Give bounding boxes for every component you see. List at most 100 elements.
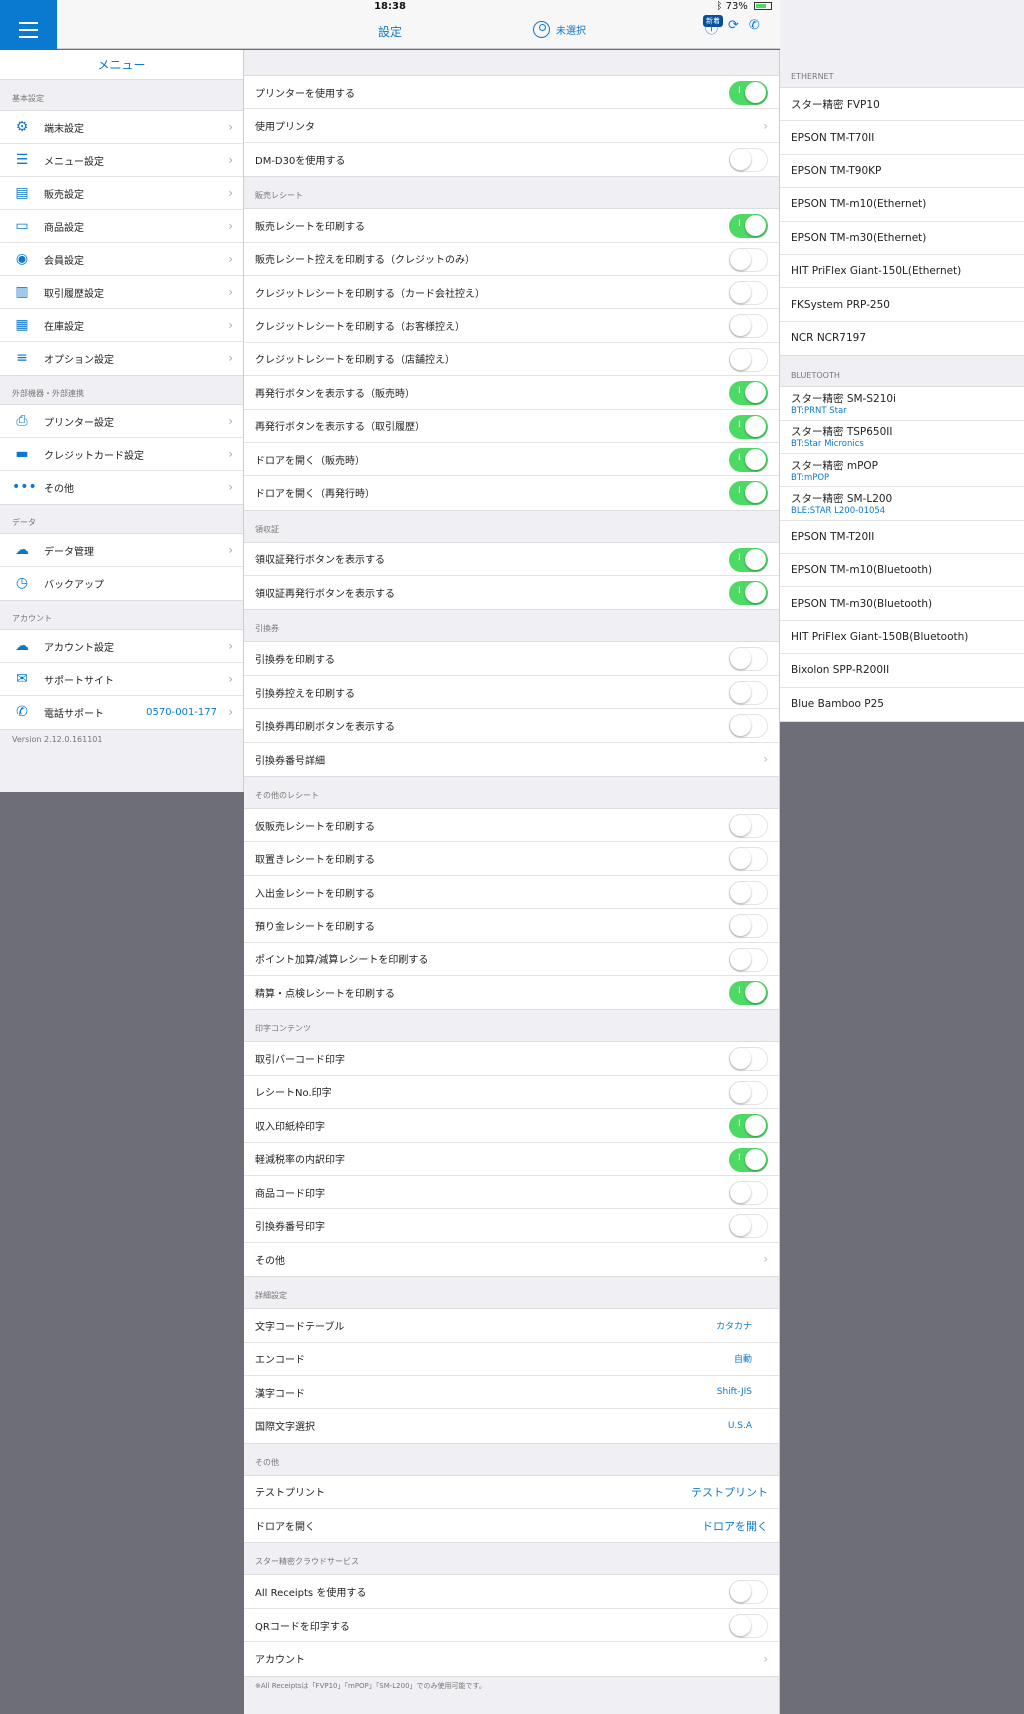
bluetooth-icon: ᛒ bbox=[716, 1, 723, 12]
settings-row-label: 収入印紙枠印字 bbox=[255, 1121, 325, 1133]
settings-row[interactable]: 漢字コード Shift-JIS bbox=[244, 1376, 779, 1410]
menu-item[interactable]: ▬ クレジットカード設定 › bbox=[0, 438, 243, 471]
settings-row: ドロアを開く ドロアを開く bbox=[244, 1509, 779, 1542]
cloud-account-icon: ☁ bbox=[15, 638, 29, 654]
notice-icon[interactable]: ⓘ bbox=[705, 18, 718, 37]
toggle-switch[interactable] bbox=[729, 547, 768, 572]
toggle-switch[interactable] bbox=[729, 381, 768, 406]
printer-item[interactable]: スター精密 mPOP BT:mPOP bbox=[780, 454, 1024, 488]
support-phone-number[interactable]: 0570-001-177 bbox=[146, 707, 217, 718]
printer-name: スター精密 SM-S210i bbox=[791, 392, 896, 405]
menu-item[interactable]: ▦ 在庫設定 › bbox=[0, 309, 243, 342]
toggle-switch[interactable] bbox=[729, 314, 768, 339]
action-link[interactable]: ドロアを開く bbox=[702, 1518, 768, 1534]
menu-section-title: データ bbox=[12, 518, 36, 527]
printer-name: FKSystem PRP-250 bbox=[791, 298, 890, 311]
menu-item[interactable]: ▥ 取引履歴設定 › bbox=[0, 276, 243, 309]
menu-item[interactable]: ☰ メニュー設定 › bbox=[0, 144, 243, 177]
toggle-switch[interactable] bbox=[729, 581, 768, 606]
printer-item[interactable]: スター精密 TSP650II BT:Star Micronics bbox=[780, 421, 1024, 454]
menu-item[interactable]: ▭ 商品設定 › bbox=[0, 210, 243, 243]
toggle-switch[interactable] bbox=[729, 81, 768, 105]
settings-row-label: 預り金レシートを印刷する bbox=[255, 921, 375, 933]
settings-row[interactable]: 国際文字選択 U.S.A bbox=[244, 1409, 779, 1442]
printer-item[interactable]: スター精密 FVP10 bbox=[780, 88, 1024, 122]
settings-row[interactable]: その他 › bbox=[244, 1243, 779, 1276]
printer-name: NCR NCR7197 bbox=[791, 332, 867, 345]
toggle-switch[interactable] bbox=[729, 481, 768, 506]
toggle-switch[interactable] bbox=[729, 1580, 768, 1605]
toggle-switch[interactable] bbox=[729, 1180, 768, 1205]
toggle-switch[interactable] bbox=[729, 414, 768, 439]
menu-item[interactable]: ≡ オプション設定 › bbox=[0, 342, 243, 375]
battery-percent: 73% bbox=[725, 1, 748, 12]
sync-icon[interactable]: ⟳ bbox=[728, 18, 739, 37]
toggle-switch[interactable] bbox=[729, 814, 768, 839]
menu-item[interactable]: ⚙ 端末設定 › bbox=[0, 111, 243, 144]
toggle-switch[interactable] bbox=[729, 1114, 768, 1139]
printer-name: EPSON TM-T70II bbox=[791, 131, 875, 144]
menu-item[interactable]: ☁ アカウント設定 › bbox=[0, 630, 243, 663]
toggle-switch[interactable] bbox=[729, 847, 768, 872]
settings-row: 引換券番号印字 bbox=[244, 1209, 779, 1243]
toggle-switch[interactable] bbox=[729, 1080, 768, 1105]
toggle-switch[interactable] bbox=[729, 447, 768, 472]
printer-item[interactable]: Blue Bamboo P25 bbox=[780, 688, 1024, 721]
toggle-switch[interactable] bbox=[729, 280, 768, 305]
printer-item[interactable]: HIT PriFlex Giant-150L(Ethernet) bbox=[780, 255, 1024, 289]
phone-call-icon[interactable]: ✆ bbox=[749, 18, 760, 37]
toggle-switch[interactable] bbox=[729, 147, 768, 172]
menu-item[interactable]: ◷ バックアップ bbox=[0, 567, 243, 600]
printer-item[interactable]: EPSON TM-T70II bbox=[780, 121, 1024, 155]
settings-row[interactable]: 引換券番号詳細 › bbox=[244, 743, 779, 776]
settings-row-label: クレジットレシートを印刷する（店舗控え） bbox=[255, 355, 455, 367]
printer-item[interactable]: スター精密 SM-L200 BLE:STAR L200-01054 bbox=[780, 487, 1024, 521]
settings-row[interactable]: エンコード 自動 bbox=[244, 1343, 779, 1376]
printer-item[interactable]: EPSON TM-m30(Ethernet) bbox=[780, 222, 1024, 255]
printer-item[interactable]: HIT PriFlex Giant-150B(Bluetooth) bbox=[780, 621, 1024, 655]
printer-item[interactable]: スター精密 SM-S210i BT:PRNT Star bbox=[780, 387, 1024, 421]
toggle-switch[interactable] bbox=[729, 1214, 768, 1239]
user-select-button[interactable]: 未選択 bbox=[533, 21, 586, 38]
printer-item[interactable]: NCR NCR7197 bbox=[780, 322, 1024, 355]
menu-item[interactable]: ✉ サポートサイト › bbox=[0, 663, 243, 696]
toggle-switch[interactable] bbox=[729, 347, 768, 372]
toggle-switch[interactable] bbox=[729, 980, 768, 1005]
printer-item[interactable]: Bixolon SPP-R200II bbox=[780, 654, 1024, 688]
toggle-switch[interactable] bbox=[729, 247, 768, 272]
menu-item[interactable]: ⎙ プリンター設定 › bbox=[0, 405, 243, 438]
menu-item-label: クレジットカード設定 bbox=[44, 450, 144, 462]
toggle-switch[interactable] bbox=[729, 647, 768, 672]
toggle-switch[interactable] bbox=[729, 880, 768, 905]
printer-item[interactable]: EPSON TM-m10(Bluetooth) bbox=[780, 554, 1024, 588]
member-icon: ◉ bbox=[15, 251, 29, 267]
toggle-switch[interactable] bbox=[729, 1613, 768, 1638]
printer-item[interactable]: EPSON TM-m30(Bluetooth) bbox=[780, 587, 1024, 621]
printer-item[interactable]: EPSON TM-m10(Ethernet) bbox=[780, 188, 1024, 222]
menu-item[interactable]: ✆ 電話サポート 0570-001-177 › bbox=[0, 696, 243, 729]
printer-item[interactable]: EPSON TM-T90KP bbox=[780, 155, 1024, 189]
printer-address: BT:mPOP bbox=[791, 472, 830, 483]
printer-list-panel: ETHERNET スター精密 FVP10 EPSON TM-T70II EPSON T… bbox=[780, 0, 1024, 723]
settings-row-label: ドロアを開く（販売時） bbox=[255, 455, 365, 467]
toggle-switch[interactable] bbox=[729, 214, 768, 239]
menu-item[interactable]: ••• その他 › bbox=[0, 471, 243, 504]
toggle-switch[interactable] bbox=[729, 947, 768, 972]
menu-item[interactable]: ◉ 会員設定 › bbox=[0, 243, 243, 276]
settings-group-title: その他 bbox=[255, 1457, 279, 1467]
chevron-right-icon: › bbox=[228, 705, 233, 719]
toggle-switch[interactable] bbox=[729, 1047, 768, 1072]
settings-row[interactable]: 文字コードテーブル カタカナ bbox=[244, 1309, 779, 1343]
settings-row: 収入印紙枠印字 bbox=[244, 1109, 779, 1143]
settings-row[interactable]: アカウント › bbox=[244, 1642, 779, 1675]
menu-item[interactable]: ▤ 販売設定 › bbox=[0, 177, 243, 210]
toggle-switch[interactable] bbox=[729, 914, 768, 939]
toggle-switch[interactable] bbox=[729, 714, 768, 739]
printer-item[interactable]: FKSystem PRP-250 bbox=[780, 288, 1024, 322]
toggle-switch[interactable] bbox=[729, 1147, 768, 1172]
menu-item[interactable]: ☁ データ管理 › bbox=[0, 534, 243, 567]
action-link[interactable]: テストプリント bbox=[691, 1484, 768, 1500]
printer-item[interactable]: EPSON TM-T20II bbox=[780, 521, 1024, 555]
toggle-switch[interactable] bbox=[729, 680, 768, 705]
settings-row[interactable]: 使用プリンタ › bbox=[244, 109, 779, 143]
